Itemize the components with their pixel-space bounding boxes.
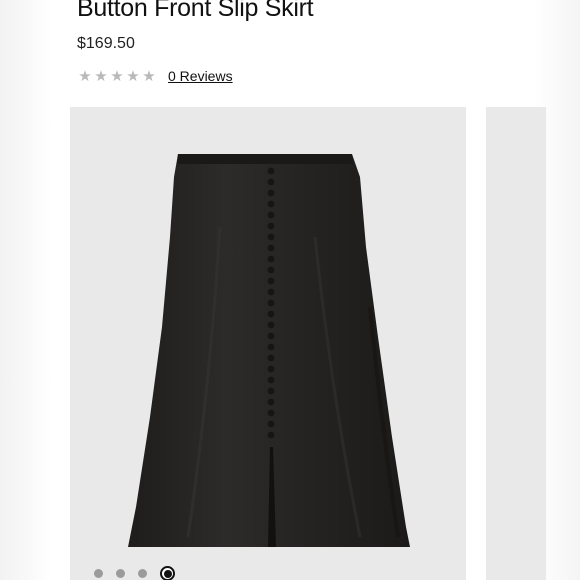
star-icon: ★ — [94, 67, 108, 85]
black-slip-skirt-image — [128, 154, 410, 547]
left-edge-shade — [0, 0, 52, 580]
star-icon: ★ — [78, 67, 92, 85]
rating-row: ★ ★ ★ ★ ★ 0 Reviews — [77, 67, 233, 85]
star-rating: ★ ★ ★ ★ ★ — [77, 68, 157, 84]
gallery-dot-active[interactable] — [160, 566, 175, 580]
next-product-image-peek[interactable] — [486, 107, 546, 580]
gallery-dot[interactable] — [94, 569, 103, 578]
skirt-waistband — [177, 154, 353, 164]
star-icon: ★ — [110, 67, 124, 85]
product-page: Button Front Slip Skirt $169.50 ★ ★ ★ ★ … — [0, 0, 580, 580]
star-icon: ★ — [142, 67, 156, 85]
gallery-dot[interactable] — [116, 569, 125, 578]
product-image[interactable] — [70, 107, 466, 580]
gallery-dot[interactable] — [138, 569, 147, 578]
product-price: $169.50 — [77, 35, 135, 52]
product-title: Button Front Slip Skirt — [77, 0, 314, 22]
reviews-link[interactable]: 0 Reviews — [168, 68, 233, 84]
star-icon: ★ — [126, 67, 140, 85]
gallery-pagination — [94, 566, 175, 580]
